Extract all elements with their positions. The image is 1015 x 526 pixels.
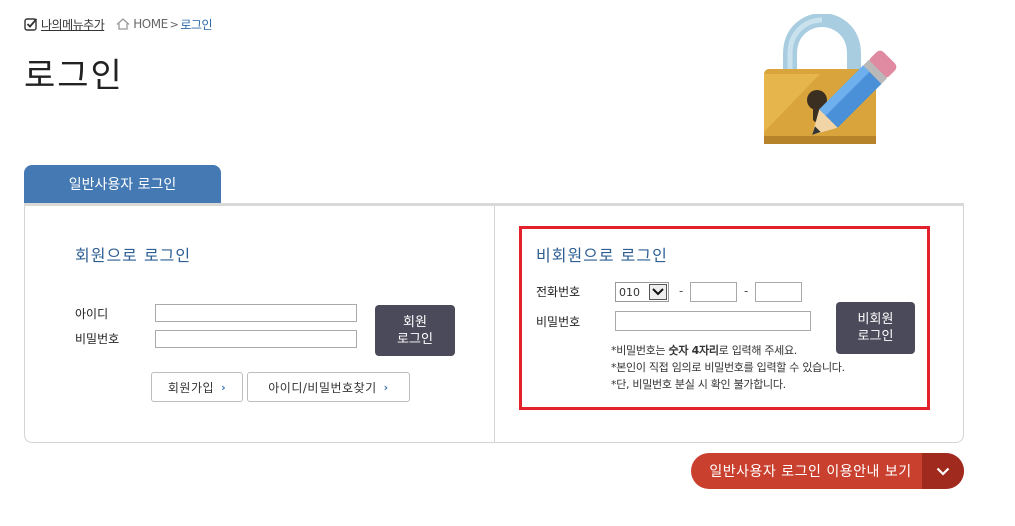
note-1-prefix: *비밀번호는	[611, 344, 669, 357]
note-line-3: *단, 비밀번호 분실 시 확인 불가합니다.	[611, 378, 786, 391]
phone-middle-input[interactable]	[690, 282, 737, 302]
find-id-password-label: 아이디/비밀번호찾기	[268, 380, 377, 395]
login-guide-label: 일반사용자 로그인 이용안내 보기	[709, 464, 912, 480]
note-1-bold: 숫자 4자리	[668, 344, 719, 357]
chevron-down-icon	[649, 284, 667, 300]
guest-phone-label: 전화번호	[536, 285, 581, 299]
add-my-menu-label: 나의메뉴추가	[41, 17, 105, 32]
panel-divider	[494, 206, 495, 442]
member-login-title: 회원으로 로그인	[75, 246, 192, 265]
checkbox-icon	[24, 18, 38, 31]
phone-last-input[interactable]	[755, 282, 802, 302]
home-icon	[116, 18, 130, 30]
member-password-input[interactable]	[155, 330, 357, 348]
guest-login-button-line2: 로그인	[857, 329, 894, 344]
member-login-button-line2: 로그인	[397, 331, 433, 347]
breadcrumb-home[interactable]: HOME	[133, 17, 168, 31]
note-1-suffix: 로 입력해 주세요.	[718, 344, 798, 357]
breadcrumb-current: 로그인	[180, 17, 212, 32]
padlock-pencil-illustration	[764, 14, 897, 144]
guest-login-button[interactable]: 비회원 로그인	[836, 302, 915, 354]
member-id-input[interactable]	[155, 304, 357, 322]
chevron-right-icon: ›	[221, 380, 227, 394]
phone-separator-1: -	[679, 284, 684, 298]
member-id-label: 아이디	[75, 307, 109, 321]
guest-login-title: 비회원으로 로그인	[536, 246, 668, 265]
note-line-1: *비밀번호는 숫자 4자리로 입력해 주세요.	[611, 342, 845, 359]
guest-password-label: 비밀번호	[536, 315, 581, 329]
breadcrumb-separator: >	[169, 17, 179, 31]
page-title: 로그인	[24, 56, 124, 96]
signup-button[interactable]: 회원가입 ›	[151, 372, 243, 402]
chevron-down-icon	[922, 453, 964, 489]
signup-button-label: 회원가입	[167, 380, 215, 395]
chevron-right-icon: ›	[383, 380, 389, 394]
find-id-password-button[interactable]: 아이디/비밀번호찾기 ›	[247, 372, 410, 402]
login-guide-button[interactable]: 일반사용자 로그인 이용안내 보기	[691, 453, 964, 489]
phone-separator-2: -	[744, 284, 749, 298]
member-password-label: 비밀번호	[75, 332, 120, 346]
guest-password-notes: *비밀번호는 숫자 4자리로 입력해 주세요. *본인이 직접 임의로 비밀번호…	[611, 342, 845, 393]
guest-password-input[interactable]	[615, 311, 811, 331]
top-bar: 나의메뉴추가 HOME > 로그인	[24, 14, 212, 34]
guest-login-button-line1: 비회원	[857, 312, 894, 327]
member-login-button-line1: 회원	[403, 314, 427, 330]
phone-prefix-value: 010	[619, 285, 640, 299]
phone-prefix-select[interactable]: 010	[615, 282, 669, 302]
breadcrumb: HOME > 로그인	[116, 16, 212, 33]
member-login-button[interactable]: 회원 로그인	[375, 305, 455, 356]
tab-general-user-login[interactable]: 일반사용자 로그인	[24, 165, 221, 203]
note-line-2: *본인이 직접 임의로 비밀번호를 입력할 수 있습니다.	[611, 361, 845, 374]
tab-label: 일반사용자 로그인	[68, 177, 177, 193]
login-panel: 회원으로 로그인 아이디 비밀번호 회원 로그인 회원가입 › 아이디/비밀번호…	[24, 206, 964, 443]
add-my-menu-link[interactable]: 나의메뉴추가	[24, 16, 105, 33]
